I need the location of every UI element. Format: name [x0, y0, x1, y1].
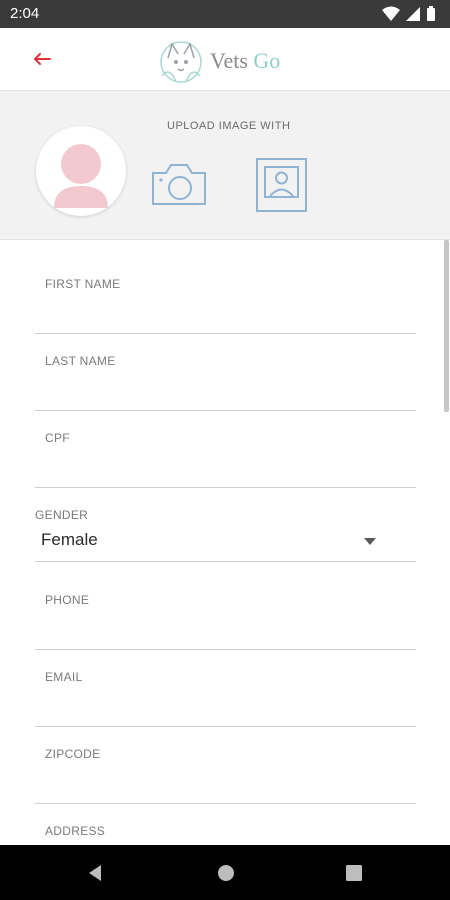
logo-text-secondary: Go	[253, 48, 281, 73]
zipcode-input[interactable]	[45, 769, 416, 797]
chevron-down-icon[interactable]	[364, 538, 376, 546]
upload-label: UPLOAD IMAGE WITH	[167, 120, 291, 132]
first-name-label: FIRST NAME	[45, 277, 121, 291]
avatar[interactable]	[36, 126, 126, 216]
email-field[interactable]: EMAIL	[35, 650, 416, 727]
battery-icon	[427, 8, 435, 21]
address-label: ADDRESS	[45, 824, 106, 838]
wifi-icon	[382, 6, 400, 21]
last-name-field[interactable]: LAST NAME	[35, 334, 416, 411]
profile-form: FIRST NAME LAST NAME CPF GENDER Female P…	[0, 240, 450, 845]
cat-dog-logo-icon	[160, 41, 202, 83]
email-input[interactable]	[45, 692, 416, 720]
last-name-label: LAST NAME	[45, 354, 116, 368]
gender-label: GENDER	[35, 508, 89, 522]
address-field[interactable]: ADDRESS	[35, 804, 416, 845]
status-time: 2:04	[10, 5, 40, 22]
zipcode-field[interactable]: ZIPCODE	[35, 727, 416, 804]
gallery-icon[interactable]	[255, 157, 308, 213]
signal-icon	[406, 7, 420, 21]
cpf-field[interactable]: CPF	[35, 411, 416, 488]
cpf-label: CPF	[45, 431, 70, 445]
vets-go-logo: Vets Go	[158, 36, 298, 86]
back-triangle-icon[interactable]	[86, 863, 106, 883]
phone-input[interactable]	[45, 616, 416, 644]
last-name-input[interactable]	[45, 376, 416, 404]
first-name-field[interactable]: FIRST NAME	[35, 240, 416, 334]
phone-field[interactable]: PHONE	[35, 562, 416, 650]
status-bar: 2:04	[0, 0, 450, 28]
camera-icon[interactable]	[150, 161, 208, 207]
upload-section: UPLOAD IMAGE WITH	[0, 91, 450, 240]
app-header: Vets Go	[0, 28, 450, 91]
system-nav-bar	[0, 845, 450, 900]
first-name-input[interactable]	[45, 300, 416, 328]
phone-label: PHONE	[45, 593, 90, 607]
recents-square-icon[interactable]	[344, 863, 364, 883]
logo-text-primary: Vets	[210, 48, 248, 73]
scrollbar[interactable]	[444, 240, 449, 412]
gender-select[interactable]: GENDER Female	[35, 488, 416, 562]
avatar-placeholder-icon	[54, 144, 108, 208]
back-arrow-icon[interactable]	[30, 48, 54, 70]
zipcode-label: ZIPCODE	[45, 747, 101, 761]
email-label: EMAIL	[45, 670, 83, 684]
gender-value: Female	[41, 530, 98, 549]
status-icons	[382, 6, 435, 21]
cpf-input[interactable]	[45, 453, 416, 481]
home-circle-icon[interactable]	[216, 863, 236, 883]
logo-text: Vets Go	[210, 48, 280, 74]
